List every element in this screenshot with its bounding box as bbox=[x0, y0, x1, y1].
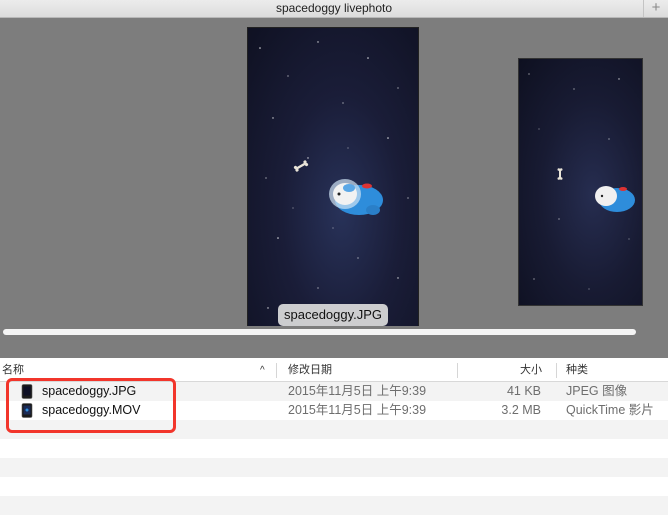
cover-flow-area[interactable]: spacedoggy.JPG bbox=[0, 18, 668, 358]
plus-icon: + bbox=[651, 0, 661, 16]
file-list: spacedoggy.JPG 2015年11月5日 上午9:39 41 KB J… bbox=[0, 382, 668, 530]
file-kind: JPEG 图像 bbox=[566, 384, 628, 398]
sort-chevron-up-icon[interactable]: ^ bbox=[260, 360, 265, 381]
file-modified: 2015年11月5日 上午9:39 bbox=[288, 384, 427, 398]
column-separator bbox=[276, 363, 277, 378]
cover-flow-next-photo[interactable] bbox=[518, 58, 643, 306]
preview-caption: spacedoggy.JPG bbox=[278, 304, 389, 326]
file-size: 3.2 MB bbox=[501, 403, 541, 417]
column-separator bbox=[556, 363, 557, 378]
column-header-name-label: 名称 bbox=[2, 364, 24, 376]
mov-file-icon bbox=[21, 403, 33, 418]
empty-row bbox=[0, 496, 668, 515]
list-column-header: 名称 ^ 修改日期 大小 种类 bbox=[0, 360, 668, 382]
file-modified: 2015年11月5日 上午9:39 bbox=[288, 403, 427, 417]
column-separator bbox=[457, 363, 458, 378]
empty-row bbox=[0, 477, 668, 496]
column-header-kind[interactable]: 种类 bbox=[566, 360, 588, 381]
cover-flow-scrollbar[interactable] bbox=[0, 326, 668, 339]
file-name: spacedoggy.MOV bbox=[42, 403, 141, 417]
file-row[interactable]: spacedoggy.MOV 2015年11月5日 上午9:39 3.2 MB … bbox=[0, 401, 668, 420]
file-name: spacedoggy.JPG bbox=[42, 384, 137, 398]
window-titlebar: spacedoggy livephoto + bbox=[0, 0, 668, 18]
space-dog-illustration-small bbox=[528, 73, 635, 290]
column-header-kind-label: 种类 bbox=[566, 364, 588, 376]
file-kind: QuickTime 影片 bbox=[566, 403, 654, 417]
column-header-size-label: 大小 bbox=[520, 364, 542, 376]
file-row[interactable]: spacedoggy.JPG 2015年11月5日 上午9:39 41 KB J… bbox=[0, 382, 668, 401]
add-tab-button[interactable]: + bbox=[643, 0, 668, 17]
scrollbar-thumb[interactable] bbox=[3, 329, 636, 335]
empty-row bbox=[0, 420, 668, 439]
jpg-file-icon bbox=[21, 384, 33, 399]
column-header-modified-label: 修改日期 bbox=[288, 364, 332, 376]
column-header-size[interactable]: 大小 bbox=[520, 360, 542, 381]
column-header-name[interactable]: 名称 bbox=[2, 360, 24, 381]
column-header-modified[interactable]: 修改日期 bbox=[288, 360, 332, 381]
window-title: spacedoggy livephoto bbox=[275, 1, 393, 15]
cover-flow-main-photo[interactable] bbox=[247, 27, 419, 334]
empty-row bbox=[0, 439, 668, 458]
space-dog-illustration bbox=[259, 41, 409, 314]
empty-row bbox=[0, 458, 668, 477]
file-size: 41 KB bbox=[506, 384, 541, 398]
